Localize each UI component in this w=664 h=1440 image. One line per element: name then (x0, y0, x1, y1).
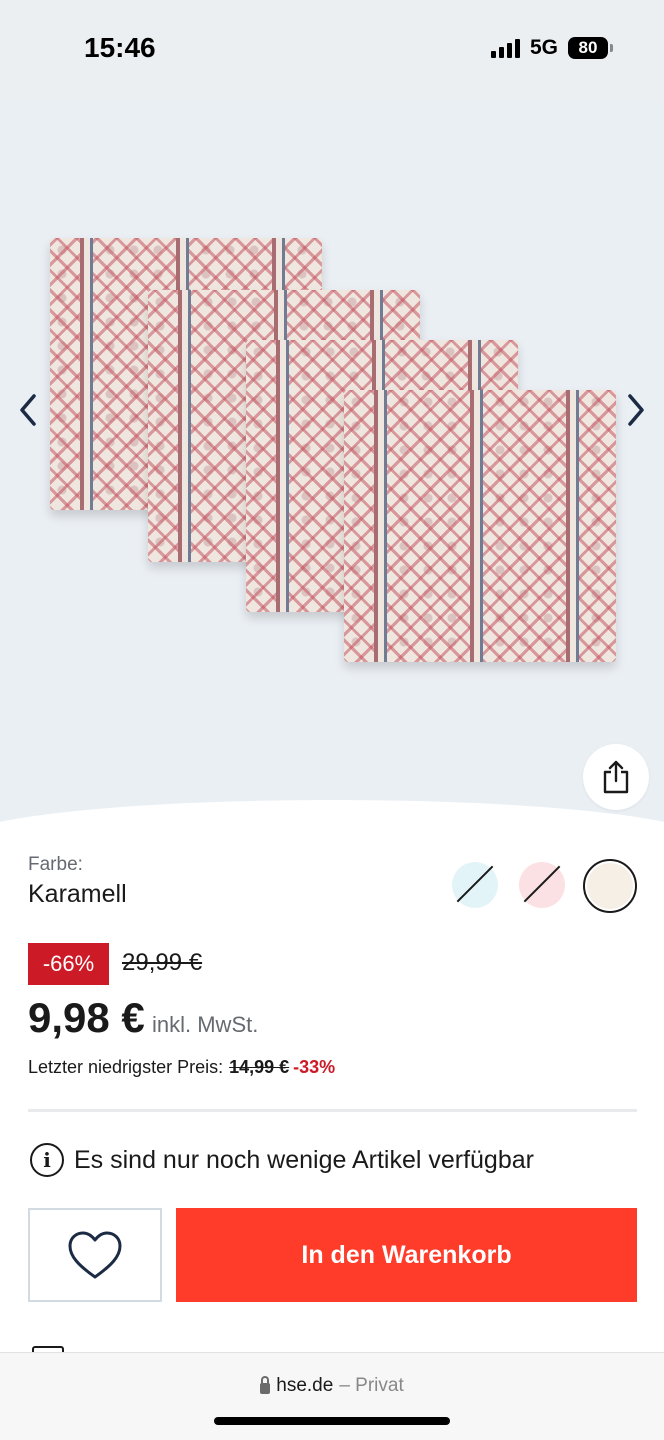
product-gallery[interactable] (0, 100, 664, 825)
gallery-prev-button[interactable] (10, 390, 46, 430)
gallery-next-button[interactable] (618, 390, 654, 430)
color-label: Farbe: (28, 854, 83, 875)
browsing-mode: – Privat (339, 1375, 404, 1396)
status-time: 15:46 (84, 32, 156, 63)
add-to-cart-button[interactable]: In den Warenkorb (176, 1208, 637, 1302)
status-indicators: 5G 80 (490, 36, 613, 60)
share-icon (603, 760, 629, 794)
lowest-price-label: Letzter niedrigster Preis: (28, 1057, 224, 1077)
color-swatch-pink[interactable] (519, 862, 565, 908)
network-label: 5G (529, 36, 558, 59)
status-bar: 15:46 5G 80 (0, 0, 664, 100)
color-swatch-light-blue[interactable] (452, 862, 498, 908)
discount-badge: -66% (28, 943, 109, 985)
current-price: 9,98 € (28, 994, 145, 1041)
browser-address-bar[interactable]: hse.de – Privat (0, 1352, 664, 1440)
old-price: 29,99 € (122, 949, 203, 976)
chevron-left-icon (20, 394, 36, 426)
url-domain: hse.de (276, 1375, 334, 1396)
color-swatch-karamell[interactable] (587, 863, 633, 909)
wishlist-button[interactable] (28, 1208, 162, 1302)
lowest-price-value: 14,99 € (229, 1057, 290, 1077)
selected-color-name: Karamell (28, 880, 127, 908)
stage-curve (0, 800, 664, 825)
info-icon: i (30, 1143, 64, 1177)
tax-note: inkl. MwSt. (152, 1012, 259, 1037)
chevron-right-icon (628, 394, 644, 426)
home-indicator[interactable] (214, 1417, 450, 1425)
divider (28, 1109, 637, 1112)
availability-text: Es sind nur noch wenige Artikel verfügba… (74, 1145, 534, 1174)
product-image-mat-4 (344, 390, 616, 662)
lowest-price-info: Letzter niedrigster Preis: 14,99 € -33% (28, 1057, 335, 1078)
lock-icon (260, 1375, 271, 1394)
battery-level: 80 (578, 38, 598, 57)
availability-notice: i Es sind nur noch wenige Artikel verfüg… (30, 1143, 534, 1177)
lowest-price-percent: -33% (293, 1057, 336, 1077)
heart-icon (68, 1231, 122, 1279)
share-button[interactable] (583, 744, 649, 810)
signal-icon (490, 38, 520, 58)
url-display[interactable]: hse.de – Privat (0, 1375, 664, 1397)
battery-icon: 80 (568, 37, 613, 59)
